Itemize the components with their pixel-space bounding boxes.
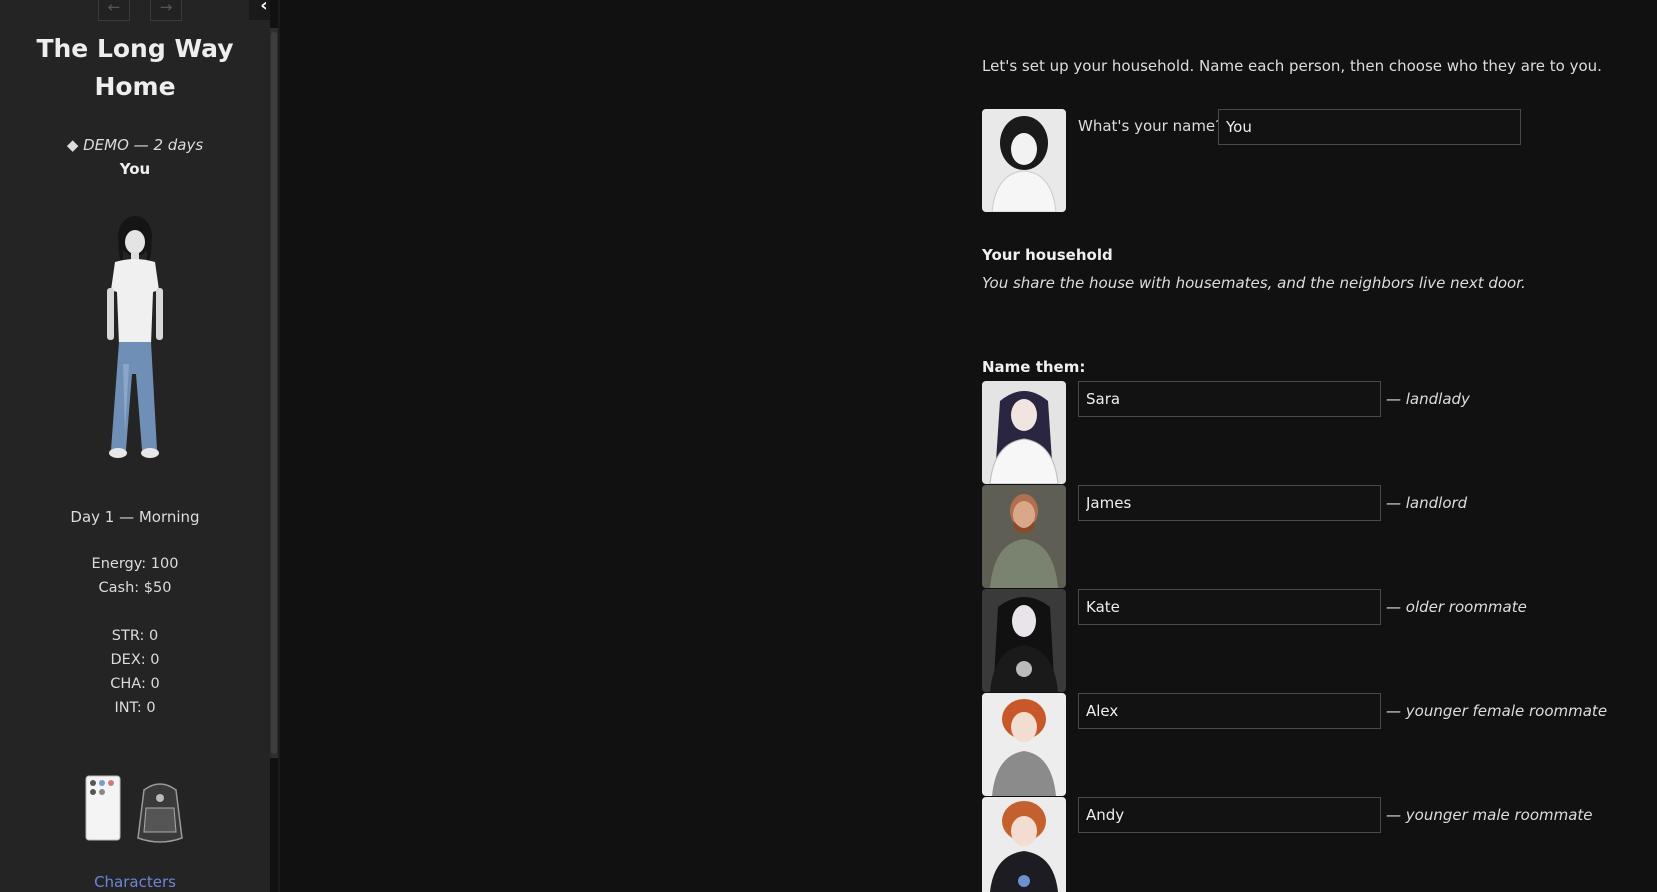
cash-stat: Cash: $50	[98, 580, 172, 596]
kate-portrait	[982, 589, 1066, 692]
intro-text: Let's set up your household. Name each p…	[982, 57, 1602, 75]
forward-button[interactable]: →	[150, 0, 182, 21]
player-name: You	[119, 160, 151, 178]
int-stat: INT: 0	[114, 700, 156, 716]
person-name-input-sara[interactable]	[1078, 381, 1381, 417]
person-name-input-alex[interactable]	[1078, 693, 1381, 729]
person-role-kate: — older roommate	[1386, 598, 1527, 616]
arrow-left-icon: ←	[107, 0, 121, 16]
andy-portrait	[982, 797, 1066, 892]
player-figure	[107, 216, 163, 458]
characters-link[interactable]: Characters	[0, 873, 270, 891]
cha-stat: CHA: 0	[110, 676, 160, 692]
person-role-james: — landlord	[1386, 494, 1468, 512]
person-name-input-kate[interactable]	[1078, 589, 1381, 625]
sidebar-divider	[278, 0, 280, 892]
household-description: You share the house with housemates, and…	[982, 274, 1526, 292]
main-content: Let's set up your household. Name each p…	[982, 0, 1642, 892]
player-portrait	[982, 109, 1066, 212]
james-portrait	[982, 485, 1066, 588]
sidebar-scrollbar[interactable]	[270, 28, 278, 758]
demo-badge: ◆ DEMO — 2 days	[66, 136, 204, 154]
phone-icon[interactable]	[84, 774, 124, 844]
collapse-sidebar-button[interactable]: ‹	[249, 0, 270, 20]
dex-stat: DEX: 0	[110, 652, 160, 668]
str-stat: STR: 0	[111, 628, 159, 644]
scrollbar-thumb[interactable]	[271, 32, 277, 754]
person-role-andy: — younger male roommate	[1386, 806, 1593, 824]
energy-stat: Energy: 100	[91, 556, 179, 572]
game-title: The Long Way Home	[36, 34, 234, 101]
name-them-label: Name them:	[982, 358, 1086, 376]
sara-portrait	[982, 381, 1066, 484]
day-time: Day 1 — Morning	[70, 508, 200, 526]
backpack-icon[interactable]	[130, 780, 190, 846]
person-name-input-james[interactable]	[1078, 485, 1381, 521]
back-button[interactable]: ←	[98, 0, 130, 21]
chevron-left-icon: ‹	[260, 0, 268, 16]
arrow-right-icon: →	[159, 0, 173, 16]
person-role-sara: — landlady	[1386, 390, 1470, 408]
player-name-input[interactable]	[1218, 109, 1521, 145]
person-role-alex: — younger female roommate	[1386, 702, 1608, 720]
name-label: What's your name?	[1078, 117, 1224, 135]
person-name-input-andy[interactable]	[1078, 797, 1381, 833]
household-heading: Your household	[982, 246, 1113, 264]
alex-portrait	[982, 693, 1066, 796]
sidebar: ← → ‹ The Long Way Home ◆ DEMO — 2 days …	[0, 0, 270, 892]
